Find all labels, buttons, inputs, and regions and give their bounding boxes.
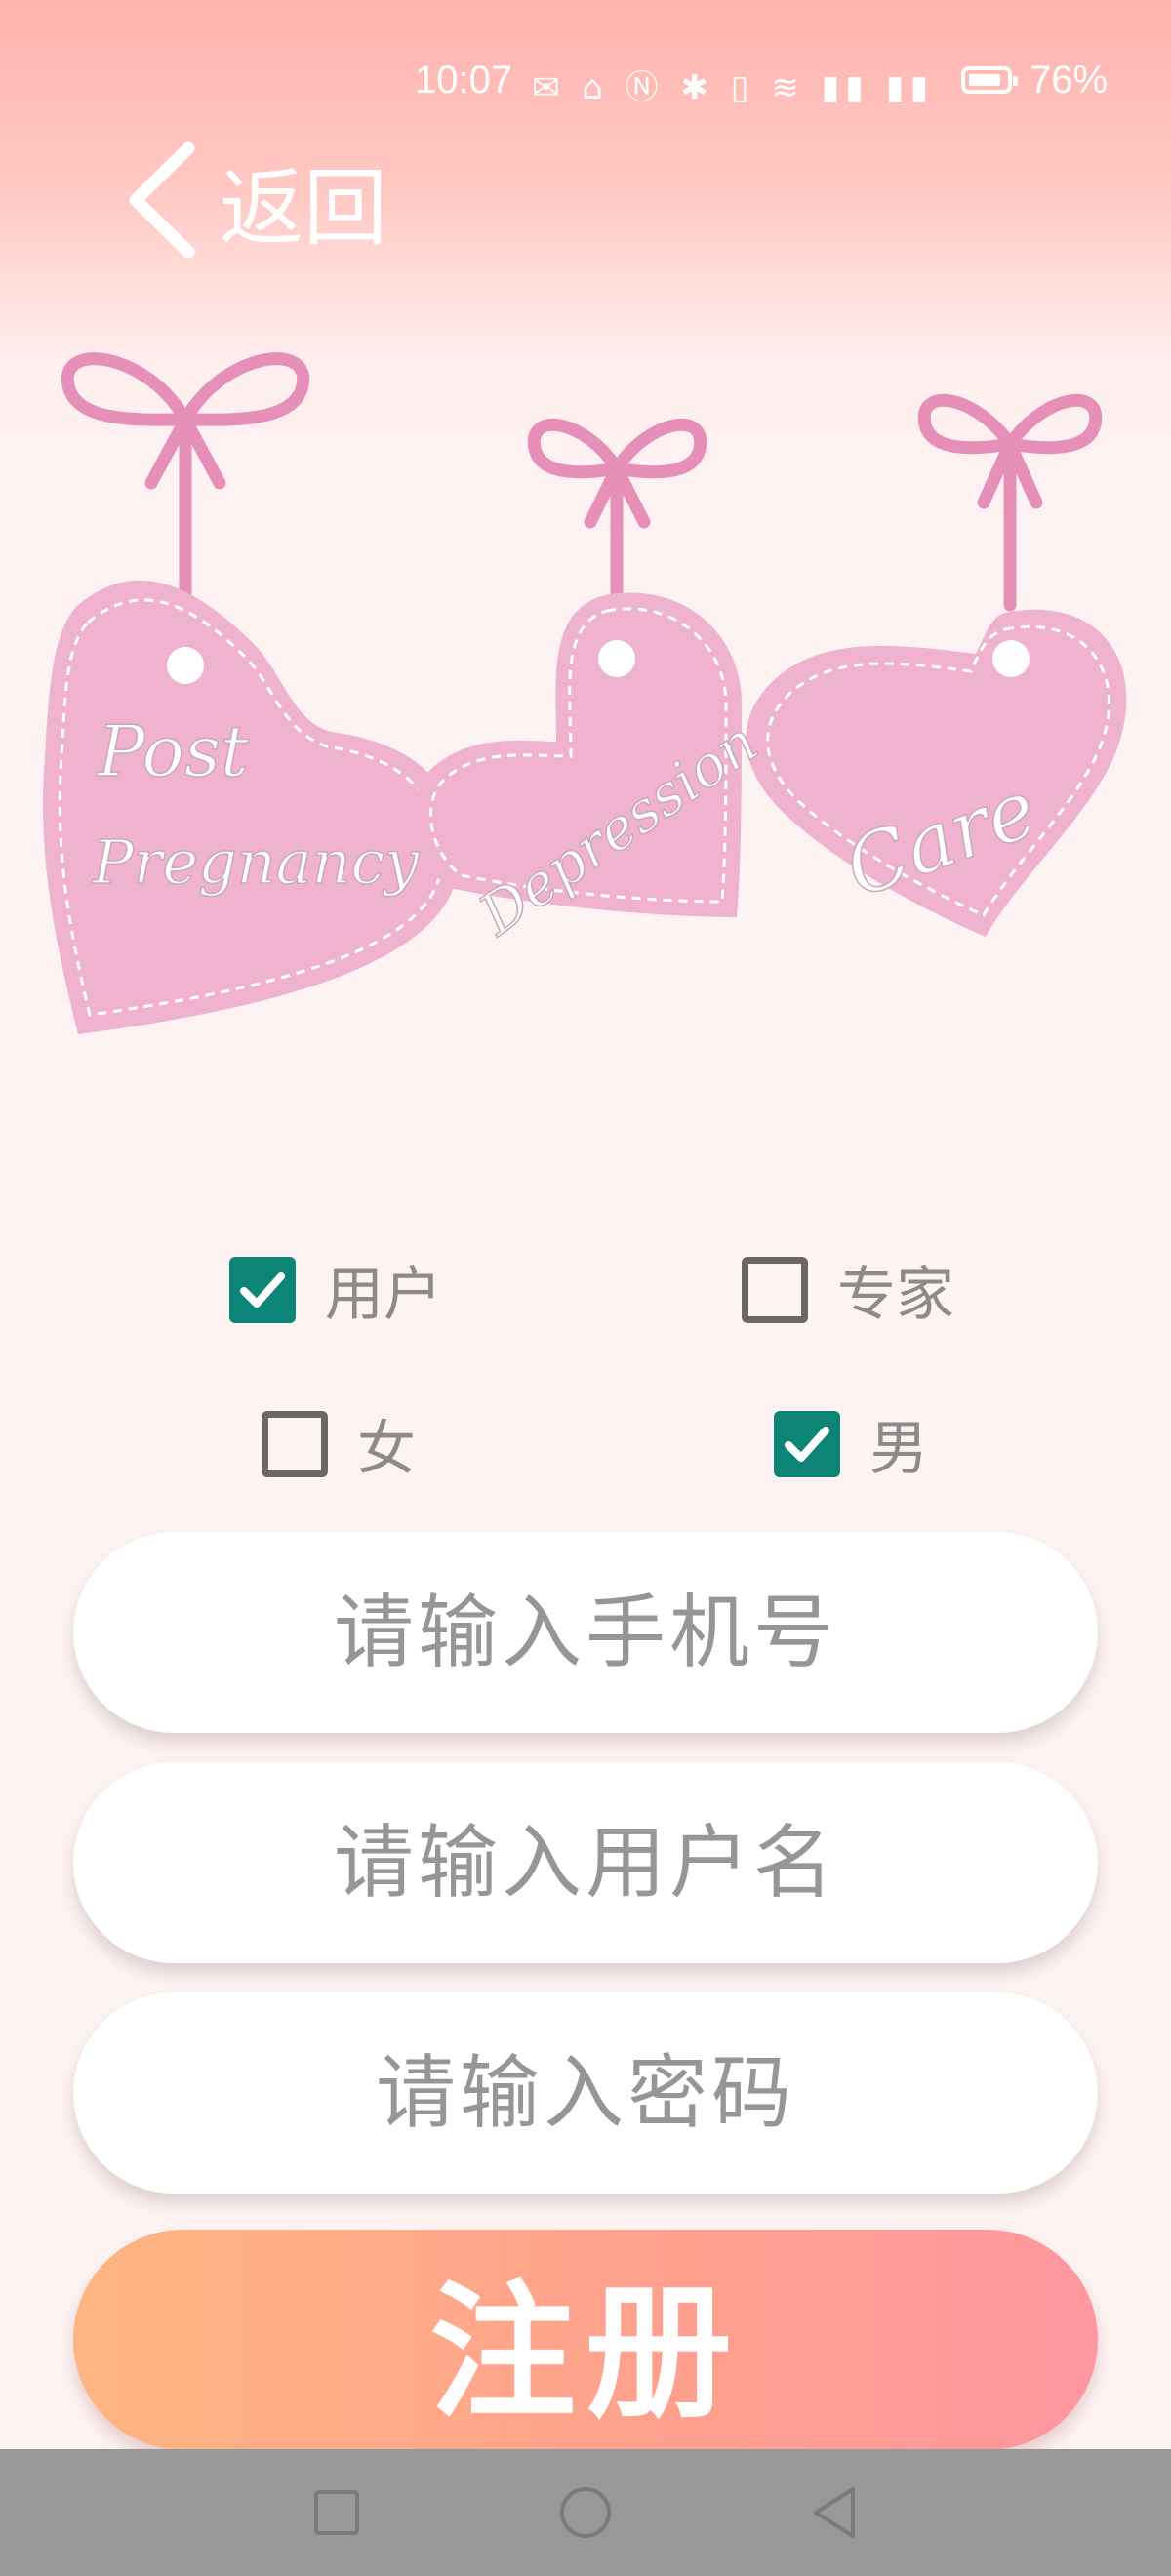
password-input[interactable] (122, 2045, 1049, 2141)
navigation-bar (0, 2449, 1171, 2576)
role-expert-option[interactable]: 专家 (742, 1247, 954, 1332)
phone-field-container (73, 1532, 1098, 1733)
heart-post-pregnancy (43, 580, 459, 1034)
username-input[interactable] (122, 1815, 1049, 1911)
back-button[interactable]: 返回 (122, 137, 387, 263)
battery-icon (961, 66, 1018, 94)
username-field-container (73, 1762, 1098, 1963)
expert-label: 专家 (837, 1261, 954, 1329)
gender-male-option[interactable]: 男 (774, 1401, 928, 1486)
female-label: 女 (357, 1415, 416, 1483)
status-icons: ✉ ⌂ Ⓝ ✱ ▯ ≋ ▮▮ ▮▮ (532, 68, 935, 107)
male-label: 男 (869, 1415, 928, 1483)
user-label: 用户 (325, 1261, 442, 1329)
checkmark-icon (240, 1271, 285, 1308)
gender-female-option[interactable]: 女 (262, 1401, 416, 1486)
banner-illustration: Post Pregnancy Depression Care (43, 352, 1127, 1034)
banner-word-post: Post (96, 710, 250, 792)
role-user-option[interactable]: 用户 (229, 1247, 442, 1332)
home-button[interactable] (517, 2449, 654, 2576)
checkmark-icon (785, 1426, 829, 1462)
back-nav-button[interactable] (766, 2449, 903, 2576)
male-checkbox[interactable] (774, 1410, 840, 1477)
user-checkbox[interactable] (229, 1256, 296, 1323)
recents-icon (314, 2490, 359, 2535)
home-icon (560, 2487, 611, 2538)
ribbon-bows (61, 352, 1103, 612)
back-triangle-icon (814, 2487, 855, 2538)
status-time: 10:07 (415, 59, 513, 101)
recents-button[interactable] (268, 2449, 405, 2576)
female-checkbox[interactable] (262, 1410, 328, 1477)
register-button[interactable]: 注册 (73, 2230, 1098, 2450)
chevron-left-icon (129, 141, 195, 259)
battery-percent: 76% (1030, 59, 1109, 101)
expert-checkbox[interactable] (742, 1256, 808, 1323)
phone-input[interactable] (122, 1585, 1049, 1680)
password-field-container (73, 1992, 1098, 2194)
back-label: 返回 (220, 159, 387, 258)
banner-word-pregnancy: Pregnancy (92, 826, 420, 898)
